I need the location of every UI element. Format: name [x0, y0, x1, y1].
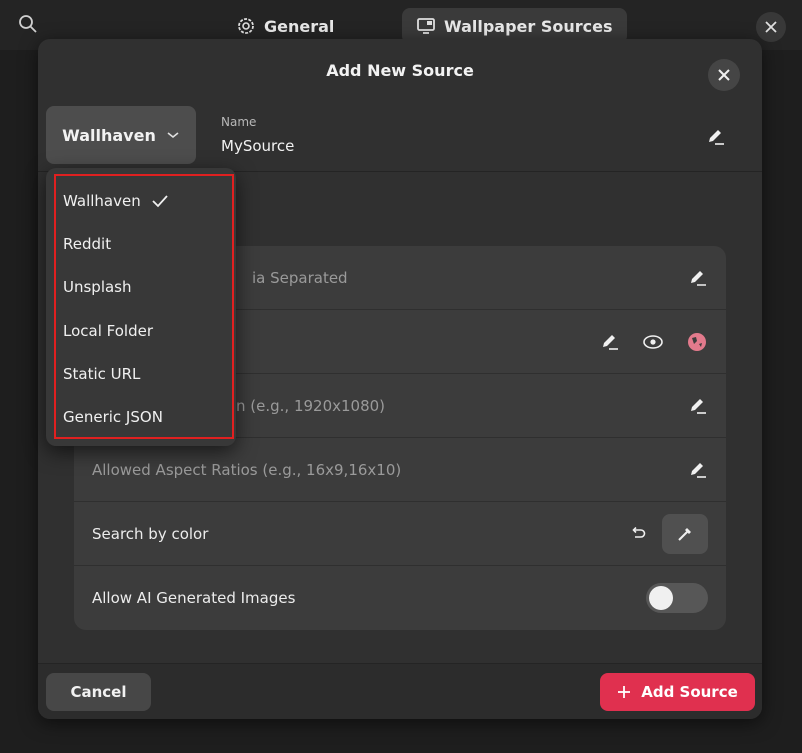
monitor-icon [417, 18, 435, 34]
color-picker-button[interactable] [662, 513, 708, 554]
menu-item-static-url[interactable]: Static URL [63, 359, 140, 389]
search-icon[interactable] [18, 14, 38, 34]
menu-item-unsplash[interactable]: Unsplash [63, 272, 132, 302]
toggle-knob [649, 586, 673, 610]
edit-icon[interactable] [600, 332, 620, 352]
close-icon [718, 69, 730, 81]
tab-wallpaper-sources-label: Wallpaper Sources [444, 16, 613, 36]
menu-item-wallhaven[interactable]: Wallhaven [63, 186, 169, 216]
menu-item-label: Local Folder [63, 322, 153, 340]
menu-item-label: Reddit [63, 235, 112, 253]
edit-icon[interactable] [688, 268, 708, 288]
source-type-dropdown[interactable]: Wallhaven [46, 106, 196, 164]
menu-item-label: Static URL [63, 365, 141, 383]
add-source-label: Add Source [641, 683, 738, 701]
edit-icon[interactable] [688, 396, 708, 416]
edit-icon[interactable] [688, 460, 708, 480]
menu-item-label: Unsplash [63, 278, 132, 296]
undo-icon[interactable] [630, 526, 646, 541]
dialog-close-button[interactable] [708, 59, 740, 91]
ai-images-label: Allow AI Generated Images [92, 589, 296, 607]
gear-icon [238, 18, 254, 34]
globe-icon[interactable] [686, 331, 708, 353]
menu-item-generic-json[interactable]: Generic JSON [63, 402, 163, 432]
name-field-label: Name [221, 115, 257, 129]
name-field-input[interactable]: MySource [221, 137, 294, 155]
window-close-button[interactable] [756, 12, 786, 42]
menu-item-label: Generic JSON [63, 408, 163, 426]
source-type-menu: Wallhaven Reddit Unsplash Local Folder S… [46, 168, 236, 446]
eye-icon[interactable] [642, 332, 664, 352]
menu-item-local-folder[interactable]: Local Folder [63, 316, 153, 346]
checkmark-icon [152, 195, 168, 208]
dialog-footer: Cancel Add Source [38, 663, 762, 719]
menu-item-reddit[interactable]: Reddit [63, 229, 111, 259]
cancel-button[interactable]: Cancel [46, 673, 151, 711]
ai-images-row: Allow AI Generated Images [74, 566, 726, 630]
name-row: Wallhaven Name MySource [38, 105, 762, 172]
search-by-color-row: Search by color [74, 502, 726, 566]
menu-item-label: Wallhaven [63, 192, 141, 210]
chevron-down-icon [167, 132, 179, 139]
edit-icon[interactable] [706, 127, 726, 147]
aspect-ratios-placeholder: Allowed Aspect Ratios (e.g., 16x9,16x10) [92, 460, 402, 479]
plus-icon [618, 686, 631, 698]
source-type-value: Wallhaven [62, 125, 156, 145]
aspect-ratios-row[interactable]: Allowed Aspect Ratios (e.g., 16x9,16x10) [74, 438, 726, 502]
add-source-button[interactable]: Add Source [600, 673, 755, 711]
ai-images-toggle[interactable] [646, 583, 708, 613]
search-by-color-label: Search by color [92, 524, 209, 543]
tab-general-label: General [264, 16, 335, 36]
close-icon [765, 21, 777, 33]
eyedropper-icon [678, 527, 691, 541]
dialog-title: Add New Source [326, 61, 474, 80]
